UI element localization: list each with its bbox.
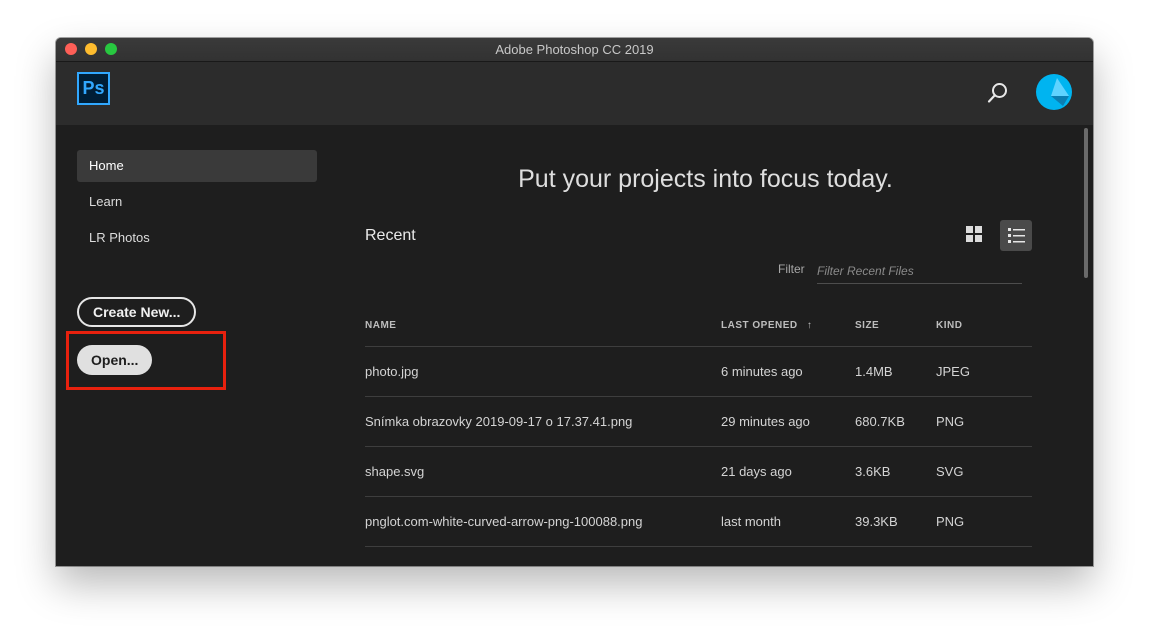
file-last-opened: last month	[721, 514, 781, 529]
file-name: pnglot.com-white-curved-arrow-png-100088…	[365, 514, 643, 529]
open-button-highlight	[66, 331, 226, 390]
grid-view-icon[interactable]	[963, 222, 987, 246]
sort-ascending-icon: ↑	[806, 320, 813, 331]
app-window: Adobe Photoshop CC 2019 Ps Home Learn LR…	[56, 38, 1093, 566]
main-content: Put your projects into focus today. Rece…	[318, 125, 1093, 566]
recent-section-title: Recent	[365, 227, 416, 244]
title-bar: Adobe Photoshop CC 2019	[56, 38, 1093, 62]
file-kind: JPEG	[936, 364, 970, 379]
page-headline: Put your projects into focus today.	[518, 165, 893, 193]
filter-label: Filter	[778, 262, 805, 276]
search-icon[interactable]	[986, 81, 1010, 105]
file-kind: SVG	[936, 464, 964, 479]
photoshop-logo: Ps	[77, 72, 110, 105]
table-header: NAME LAST OPENED ↑ SIZE KIND	[365, 313, 1032, 347]
file-last-opened: 29 minutes ago	[721, 414, 810, 429]
app-header: Ps	[56, 62, 1093, 125]
file-size: 680.7KB	[855, 414, 905, 429]
file-kind: PNG	[936, 514, 965, 529]
file-last-opened: 6 minutes ago	[721, 364, 803, 379]
file-name: photo.jpg	[365, 364, 419, 379]
sidebar-item-home[interactable]: Home	[77, 150, 317, 182]
table-row[interactable]: photo.jpg 6 minutes ago 1.4MB JPEG	[365, 347, 1032, 397]
vertical-scrollbar[interactable]	[1084, 128, 1088, 278]
file-name: Snímka obrazovky 2019-09-17 o 17.37.41.p…	[365, 414, 633, 429]
column-header-kind[interactable]: KIND	[936, 320, 962, 331]
column-header-name[interactable]: NAME	[365, 320, 396, 331]
sidebar-item-learn[interactable]: Learn	[77, 186, 317, 218]
file-size: 39.3KB	[855, 514, 898, 529]
file-size: 1.4MB	[855, 364, 893, 379]
user-avatar[interactable]	[1036, 74, 1072, 110]
file-name: shape.svg	[365, 464, 425, 479]
filter-input[interactable]	[817, 258, 1022, 284]
column-header-last-opened[interactable]: LAST OPENED ↑	[721, 320, 812, 331]
create-new-button[interactable]: Create New...	[77, 297, 197, 327]
file-kind: PNG	[936, 414, 965, 429]
file-last-opened: 21 days ago	[721, 464, 792, 479]
column-header-last-opened-label: LAST OPENED	[721, 320, 798, 331]
sidebar-item-lr-photos[interactable]: LR Photos	[77, 222, 317, 254]
window-title: Adobe Photoshop CC 2019	[495, 42, 654, 57]
sidebar: Home Learn LR Photos Create New... Open.…	[56, 125, 318, 566]
column-header-size[interactable]: SIZE	[855, 320, 879, 331]
table-row[interactable]: pnglot.com-white-curved-arrow-png-100088…	[365, 497, 1032, 547]
recent-files-table: NAME LAST OPENED ↑ SIZE KIND photo.jpg 6…	[365, 313, 1032, 547]
table-row[interactable]: shape.svg 21 days ago 3.6KB SVG	[365, 447, 1032, 497]
table-row[interactable]: Snímka obrazovky 2019-09-17 o 17.37.41.p…	[365, 397, 1032, 447]
file-size: 3.6KB	[855, 464, 891, 479]
list-view-icon[interactable]	[1000, 220, 1032, 251]
